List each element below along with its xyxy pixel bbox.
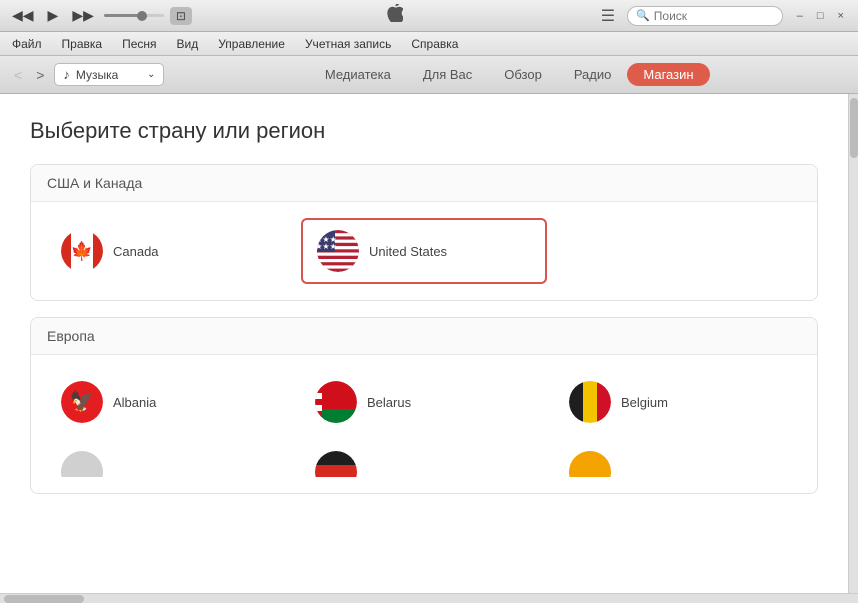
tab-dlya-vas[interactable]: Для Вас [407, 63, 488, 86]
volume-slider[interactable] [104, 14, 164, 17]
country-name-belgium: Belgium [621, 395, 668, 410]
source-label: Музыка [76, 68, 118, 82]
country-item-partial-1[interactable] [47, 441, 293, 477]
transport-controls: ◀◀ ▶ ▶▶ ⊡ [8, 5, 192, 26]
flag-belgium [569, 381, 611, 423]
maximize-button[interactable]: □ [811, 8, 830, 24]
tab-obzor[interactable]: Обзор [488, 63, 558, 86]
country-item-belarus[interactable]: Belarus [301, 371, 547, 433]
apple-logo [385, 4, 403, 27]
country-item-partial-2[interactable] [301, 441, 547, 477]
nav-bar: < > ♪ Музыка ⌄ Медиатека Для Вас Обзор Р… [0, 56, 858, 94]
horizontal-scrollbar[interactable] [0, 593, 858, 603]
flag-partial-3 [569, 451, 611, 477]
tab-mediateka[interactable]: Медиатека [309, 63, 407, 86]
europe-grid: 🦅 Albania [47, 371, 801, 433]
section-usa-canada: США и Канада [30, 164, 818, 301]
flag-partial-1 [61, 451, 103, 477]
empty-cell-1 [555, 218, 801, 284]
search-box[interactable]: 🔍 [627, 6, 783, 26]
country-name-canada: Canada [113, 244, 159, 259]
rewind-button[interactable]: ◀◀ [8, 5, 38, 26]
country-item-partial-3[interactable] [555, 441, 801, 477]
tab-magazin[interactable]: Магазин [627, 63, 709, 86]
search-icon: 🔍 [636, 9, 650, 22]
menu-item-controls[interactable]: Управление [214, 35, 289, 53]
menu-item-help[interactable]: Справка [407, 35, 462, 53]
close-button[interactable]: × [832, 8, 850, 24]
music-note-icon: ♪ [63, 67, 70, 82]
menu-icon-button[interactable]: ☰ [597, 4, 619, 28]
search-input[interactable] [654, 9, 774, 23]
menu-item-song[interactable]: Песня [118, 35, 160, 53]
vertical-scrollbar[interactable] [848, 94, 858, 593]
country-item-canada[interactable]: 🍁 Canada [47, 218, 293, 284]
page-title: Выберите страну или регион [30, 118, 818, 144]
airplay-button[interactable]: ⊡ [170, 7, 192, 25]
flag-belarus [315, 381, 357, 423]
window-controls: – □ × [791, 8, 850, 24]
section-header-usa-canada: США и Канада [31, 165, 817, 202]
minimize-button[interactable]: – [791, 8, 809, 24]
menu-item-file[interactable]: Файл [8, 35, 46, 53]
source-selector[interactable]: ♪ Музыка ⌄ [54, 63, 164, 86]
nav-tabs: Медиатека Для Вас Обзор Радио Магазин [170, 63, 848, 86]
section-header-europe: Европа [31, 318, 817, 355]
menu-item-edit[interactable]: Правка [58, 35, 107, 53]
slider-track [104, 14, 164, 17]
section-europe: Европа 🦅 [30, 317, 818, 494]
top-right-area: ☰ 🔍 – □ × [597, 4, 850, 28]
h-scrollbar-thumb[interactable] [4, 595, 84, 603]
scrollbar-thumb[interactable] [850, 98, 858, 158]
flag-us: ★★★ ★★★ [317, 230, 359, 272]
play-button[interactable]: ▶ [44, 5, 63, 26]
section-body-usa-canada: 🍁 Canada [31, 202, 817, 300]
country-name-us: United States [369, 244, 447, 259]
tab-radio[interactable]: Радио [558, 63, 628, 86]
country-item-albania[interactable]: 🦅 Albania [47, 371, 293, 433]
forward-button[interactable]: ▶▶ [68, 5, 98, 26]
title-bar: ◀◀ ▶ ▶▶ ⊡ ☰ 🔍 – □ × [0, 0, 858, 32]
content-area: Выберите страну или регион США и Канада [0, 94, 848, 593]
menu-item-view[interactable]: Вид [173, 35, 203, 53]
source-chevron-icon: ⌄ [147, 69, 155, 80]
europe-grid-row2 [47, 441, 801, 477]
flag-albania: 🦅 [61, 381, 103, 423]
menu-bar: Файл Правка Песня Вид Управление Учетная… [0, 32, 858, 56]
country-item-us[interactable]: ★★★ ★★★ United States [301, 218, 547, 284]
menu-item-account[interactable]: Учетная запись [301, 35, 395, 53]
country-item-belgium[interactable]: Belgium [555, 371, 801, 433]
forward-button-nav[interactable]: > [32, 65, 48, 85]
flag-canada: 🍁 [61, 230, 103, 272]
svg-text:★★★: ★★★ [317, 242, 337, 251]
usa-canada-grid: 🍁 Canada [47, 218, 801, 284]
flag-partial-2 [315, 451, 357, 477]
svg-text:🍁: 🍁 [71, 240, 93, 261]
slider-thumb [137, 11, 147, 21]
country-name-belarus: Belarus [367, 395, 411, 410]
svg-text:🦅: 🦅 [70, 389, 95, 413]
back-button[interactable]: < [10, 65, 26, 85]
section-body-europe: 🦅 Albania [31, 355, 817, 493]
country-name-albania: Albania [113, 395, 156, 410]
main-content: Выберите страну или регион США и Канада [0, 94, 858, 593]
